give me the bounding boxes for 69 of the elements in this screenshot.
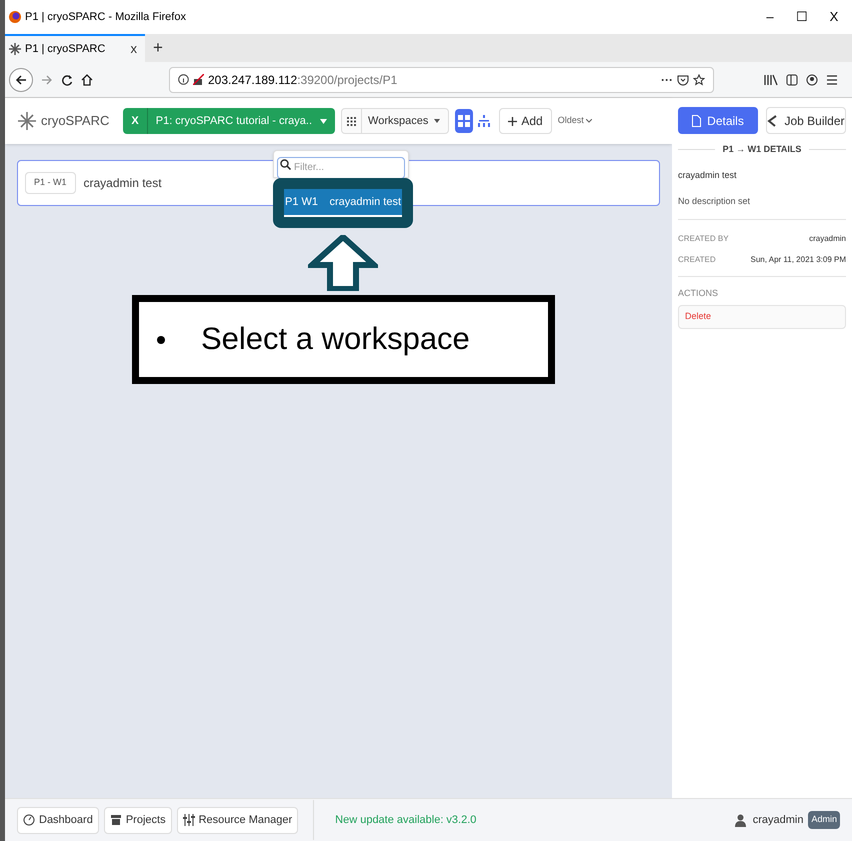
actions-label: ACTIONS	[678, 286, 720, 300]
pocket-icon	[677, 74, 689, 86]
url-text: 203.247.189.112:39200/projects/P1	[208, 72, 398, 88]
archive-icon	[110, 814, 122, 826]
field-value: Sun, Apr 11, 2021 3:09 PM	[750, 254, 846, 266]
delete-button[interactable]: Delete	[678, 305, 846, 329]
field-value: crayadmin	[809, 232, 846, 244]
browser-logo-icon	[9, 11, 21, 23]
tree-view-icon	[478, 115, 490, 127]
up-arrow-icon	[308, 235, 378, 291]
address-field[interactable]: 203.247.189.112:39200/projects/P1 ···	[169, 66, 714, 92]
close-button[interactable]: X	[820, 7, 848, 27]
details-tab[interactable]: Details	[678, 107, 758, 134]
callout-text: Select a workspace	[201, 320, 470, 358]
grid-view-icon	[458, 115, 470, 127]
field-label: CREATED BY	[678, 232, 729, 244]
page-actions-button[interactable]: ···	[661, 70, 673, 88]
maximize-button[interactable]: ☐	[788, 7, 816, 27]
back-button[interactable]	[9, 68, 33, 92]
sliders-icon	[182, 814, 195, 826]
window-title: P1 | cryoSPARC - Mozilla Firefox	[25, 10, 186, 25]
minimize-button[interactable]: –	[756, 7, 784, 27]
sort-dropdown[interactable]: Oldest	[558, 114, 592, 128]
home-icon	[81, 74, 93, 86]
info-icon	[178, 74, 189, 85]
workspace-tag: P1 - W1	[25, 172, 76, 194]
new-tab-button[interactable]: +	[145, 34, 171, 62]
grid-icon	[347, 116, 356, 126]
update-notice: New update available: v3.2.0	[335, 812, 476, 828]
projects-button[interactable]: Projects	[104, 806, 172, 834]
menu-icon	[826, 74, 838, 86]
star-icon	[693, 74, 705, 86]
grid-view-button[interactable]	[455, 109, 474, 133]
forward-arrow-icon	[41, 74, 53, 86]
bullet-icon	[157, 336, 165, 344]
user-icon	[734, 814, 746, 826]
workspace-option[interactable]: P1 W1 crayadmin test	[284, 189, 402, 217]
library-icon	[764, 74, 778, 86]
role-badge: Admin	[808, 811, 840, 829]
panel-heading: P1 → W1 DETAILS	[722, 143, 802, 156]
tab-title: P1 | cryoSPARC	[25, 42, 106, 57]
browser-tab[interactable]: P1 | cryoSPARC x	[5, 34, 145, 62]
gauge-icon	[23, 814, 35, 826]
caret-icon	[434, 119, 440, 123]
workspace-name: crayadmin test	[678, 168, 738, 182]
snowflake-logo-icon	[17, 111, 37, 131]
account-icon	[806, 74, 818, 86]
filter-field[interactable]: Filter...	[277, 156, 405, 178]
insecure-lock-icon	[193, 74, 204, 85]
snowflake-icon	[9, 43, 21, 55]
back-arrow-icon	[15, 74, 27, 86]
dashboard-button[interactable]: Dashboard	[17, 806, 99, 834]
app-logo-text: cryoSPARC	[41, 112, 110, 130]
job-builder-tab[interactable]: Job Builder	[766, 107, 846, 134]
resource-manager-button[interactable]: Resource Manager	[176, 806, 298, 834]
sidebar-icon	[786, 74, 798, 86]
field-label: CREATED	[678, 254, 716, 266]
caret-icon	[320, 118, 328, 124]
add-button[interactable]: Add	[499, 108, 552, 134]
document-icon	[692, 114, 702, 126]
workspaces-button[interactable]: Workspaces	[341, 108, 450, 134]
chevron-icon	[586, 119, 592, 123]
plus-icon	[508, 116, 518, 126]
reload-icon	[61, 74, 73, 86]
username: crayadmin	[752, 812, 804, 828]
tab-close-button[interactable]: x	[126, 39, 141, 59]
search-icon	[280, 159, 291, 170]
workspace-title: crayadmin test	[84, 175, 162, 192]
workspace-description: No description set	[678, 195, 752, 208]
